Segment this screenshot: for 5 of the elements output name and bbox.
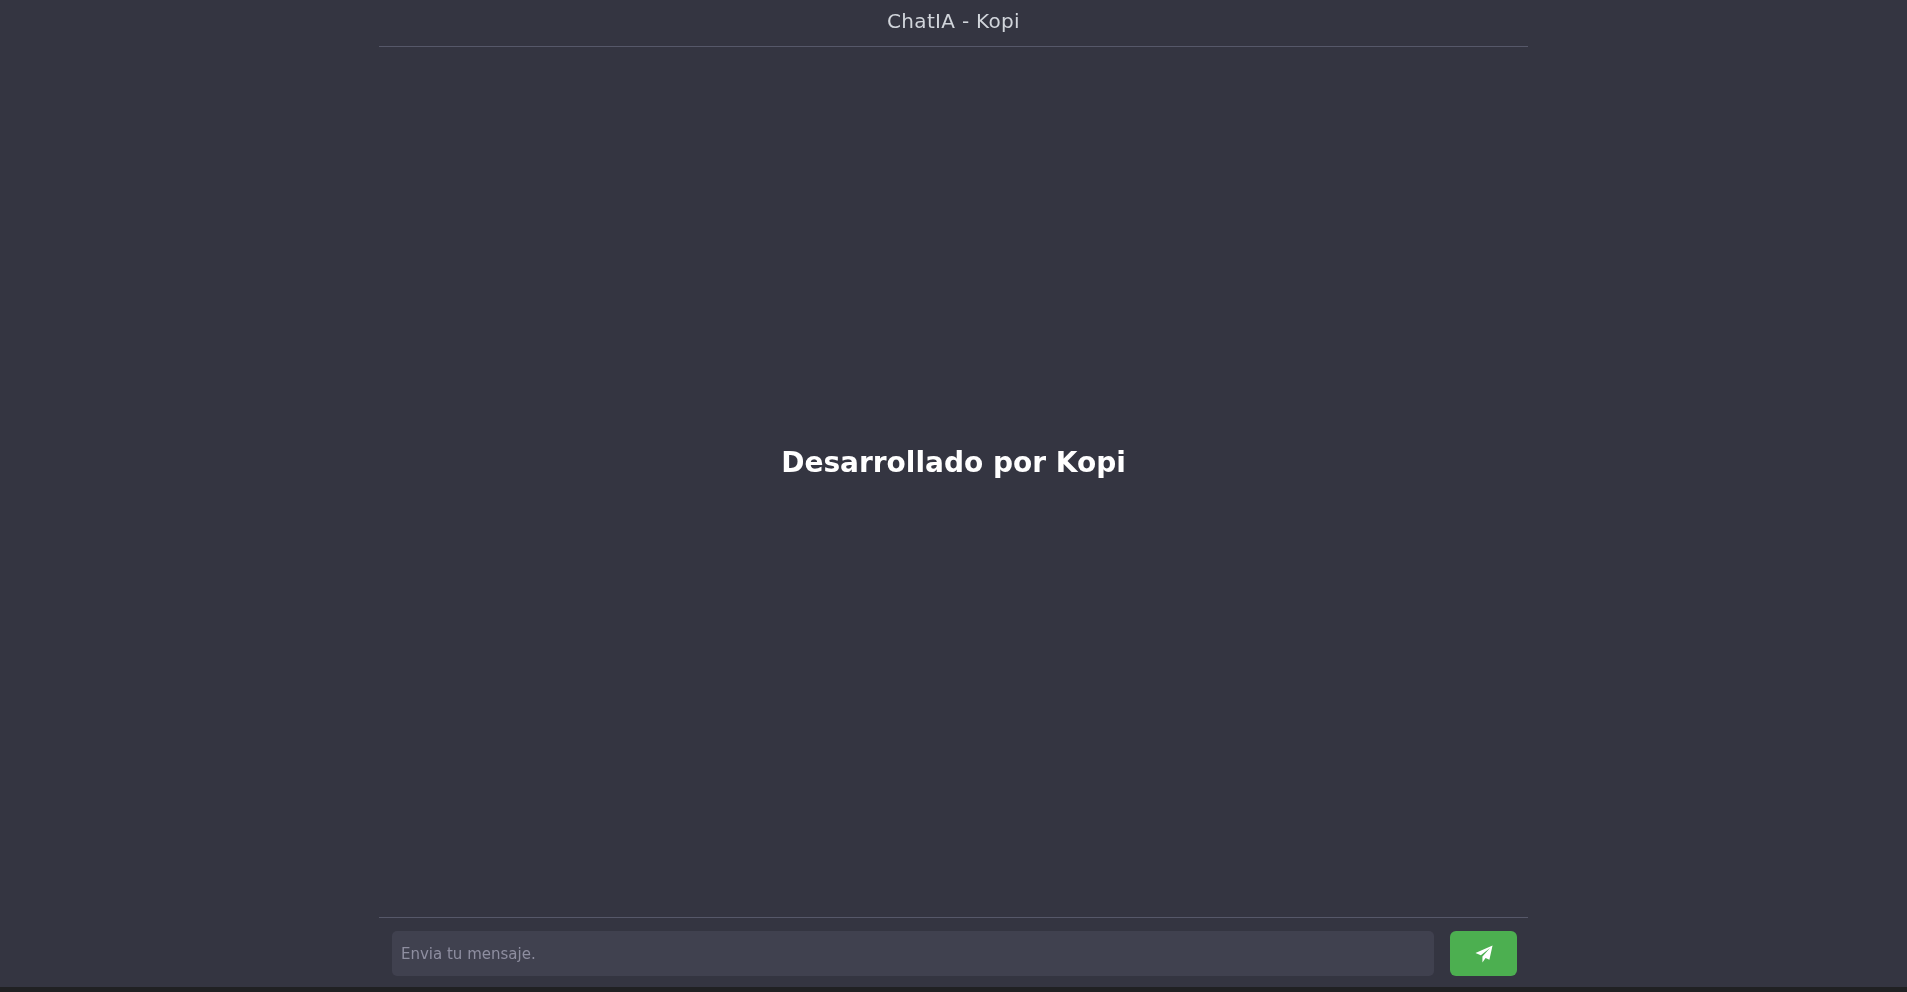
paper-plane-icon: [1474, 944, 1493, 963]
send-button[interactable]: [1450, 931, 1517, 976]
app-title: ChatIA - Kopi: [887, 8, 1020, 35]
credit-heading: Desarrollado por Kopi: [781, 446, 1126, 480]
message-input[interactable]: Envia tu mensaje.: [392, 931, 1434, 976]
